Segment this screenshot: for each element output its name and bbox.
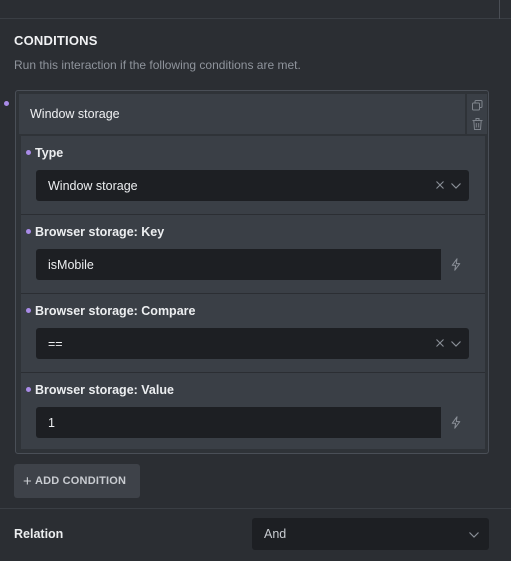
condition-card-header[interactable]: Window storage [19,94,465,134]
chevron-down-icon[interactable] [450,180,462,192]
delete-condition-button[interactable] [469,116,485,132]
type-select-value: Window storage [48,179,138,193]
x-icon[interactable] [434,179,446,191]
compare-field-dot [26,308,31,313]
conditions-title: CONDITIONS [14,33,98,48]
relation-label: Relation [14,527,64,541]
bolt-icon [451,416,460,429]
top-divider [499,0,500,19]
trash-icon [472,118,482,130]
condition-card-title: Window storage [30,107,120,121]
condition-indicator-dot [4,101,9,106]
bolt-icon [451,258,460,271]
compare-select[interactable]: == [36,328,469,359]
key-input[interactable] [36,249,441,280]
chevron-down-icon[interactable] [450,338,462,350]
copy-icon [471,99,482,110]
key-field-dot [26,229,31,234]
add-condition-button[interactable]: + ADD CONDITION [14,464,140,498]
key-field: Browser storage: Key [21,215,485,293]
conditions-description: Run this interaction if the following co… [14,58,301,72]
relation-select[interactable]: And [252,518,489,550]
condition-card: Window storage Type Window storage Brows… [15,90,489,454]
compare-select-value: == [48,337,63,351]
plus-icon: + [23,472,32,490]
value-input[interactable] [36,407,441,438]
relation-select-value: And [264,527,287,541]
value-field-dot [26,387,31,392]
add-condition-label: ADD CONDITION [34,475,127,487]
condition-card-actions [467,94,487,134]
duplicate-condition-button[interactable] [469,97,485,113]
key-field-label: Browser storage: Key [35,225,165,239]
chevron-down-icon [469,532,479,538]
top-strip [0,0,511,19]
relation-divider [0,508,511,509]
value-field-label: Browser storage: Value [35,383,174,397]
compare-field: Browser storage: Compare == [21,294,485,372]
value-field: Browser storage: Value [21,373,485,449]
x-icon[interactable] [434,337,446,349]
value-dynamic-value-button[interactable] [442,407,469,438]
type-field: Type Window storage [21,136,485,214]
type-select[interactable]: Window storage [36,170,469,201]
type-field-dot [26,150,31,155]
compare-field-label: Browser storage: Compare [35,304,196,318]
type-field-label: Type [35,146,64,160]
key-dynamic-value-button[interactable] [442,249,469,280]
